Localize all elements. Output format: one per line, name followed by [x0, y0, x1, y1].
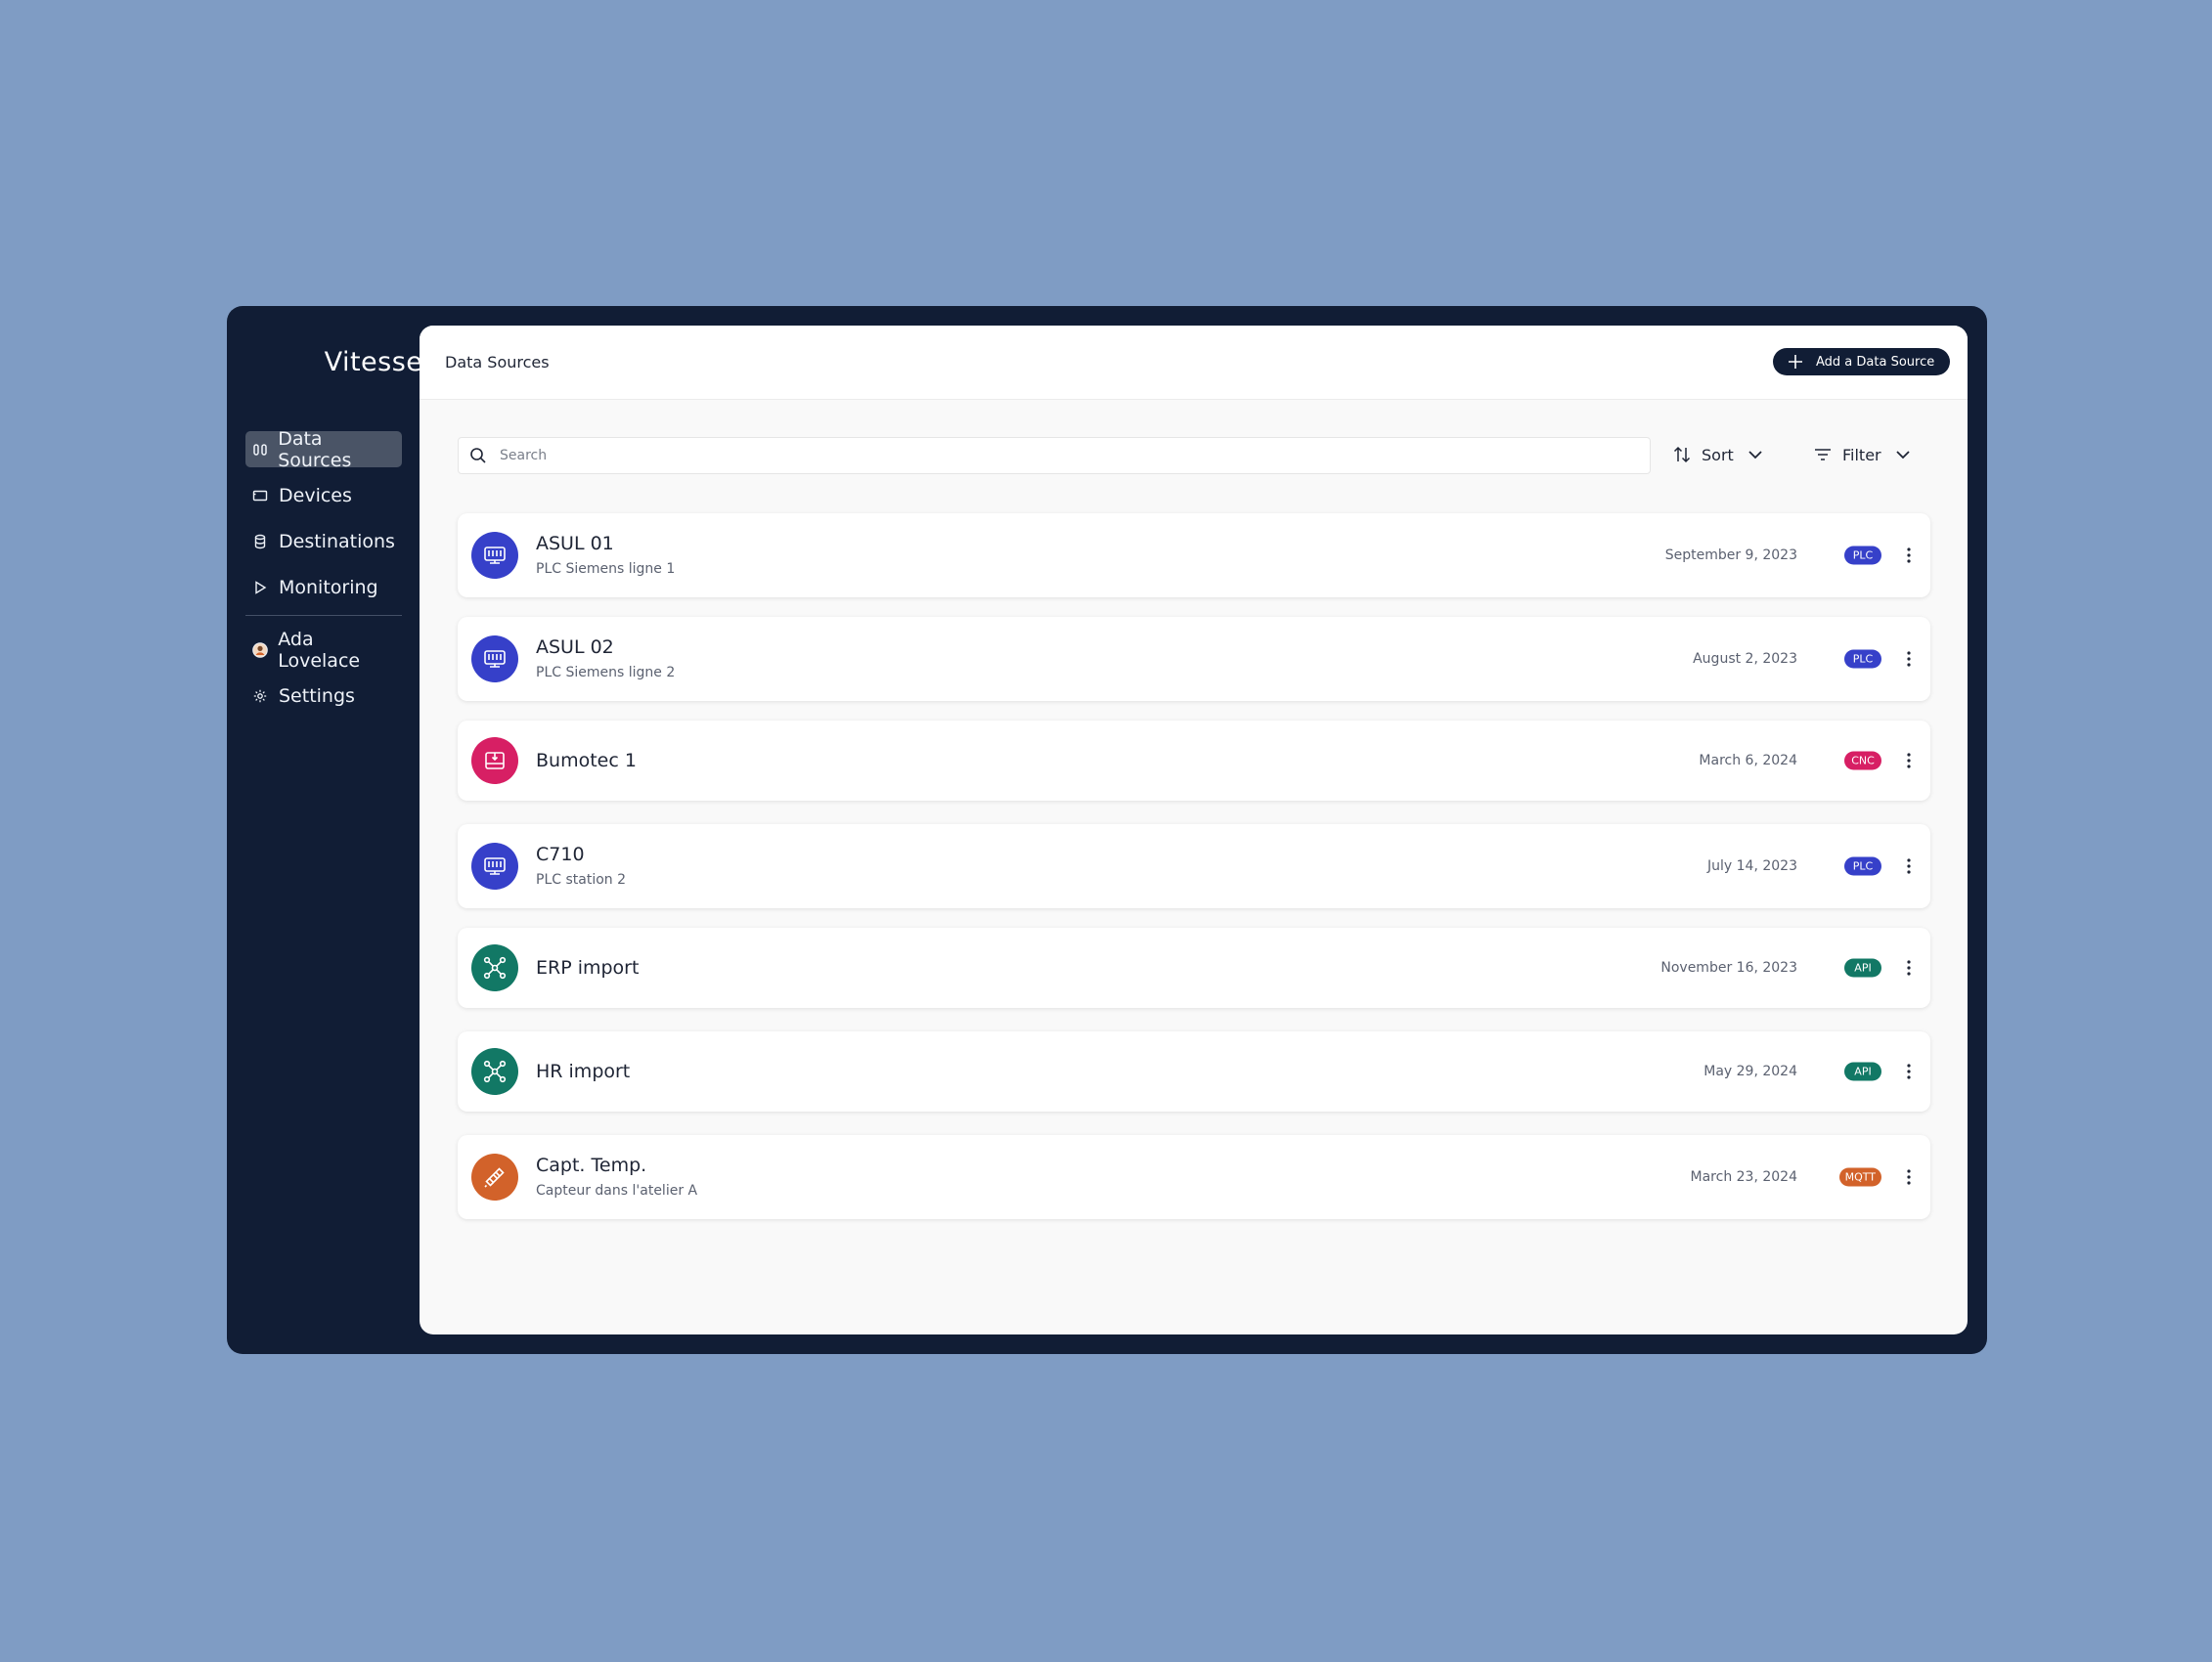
user-avatar-icon — [251, 641, 268, 659]
plc-icon — [471, 532, 518, 579]
sort-icon — [1673, 446, 1691, 463]
data-source-subtitle: PLC station 2 — [536, 872, 627, 888]
main-panel: Data Sources Add a Data Source Sort Filt… — [420, 326, 1968, 1334]
add-data-source-button[interactable]: Add a Data Source — [1773, 348, 1950, 375]
more-options-icon[interactable] — [1901, 647, 1917, 671]
sidebar-item-destinations[interactable]: Destinations — [245, 523, 402, 559]
data-source-name: ASUL 02 — [536, 636, 614, 658]
data-source-list: ASUL 01 PLC Siemens ligne 1 September 9,… — [458, 513, 1930, 1239]
network-icon — [471, 944, 518, 991]
page-title: Data Sources — [445, 353, 550, 372]
network-icon — [471, 1048, 518, 1095]
sort-button[interactable]: Sort — [1672, 445, 1765, 464]
type-badge: MQTT — [1838, 1167, 1881, 1187]
type-badge: API — [1844, 1062, 1881, 1081]
sort-label: Sort — [1702, 445, 1734, 464]
data-source-card[interactable]: Capt. Temp. Capteur dans l'atelier A Mar… — [458, 1135, 1930, 1219]
type-badge: PLC — [1844, 856, 1881, 876]
more-options-icon[interactable] — [1901, 749, 1917, 772]
filter-icon — [1815, 449, 1831, 460]
data-sources-icon — [251, 441, 268, 459]
more-options-icon[interactable] — [1901, 1060, 1917, 1083]
search-input[interactable] — [500, 448, 1575, 463]
filter-label: Filter — [1842, 445, 1881, 464]
plc-icon — [471, 843, 518, 890]
type-badge: CNC — [1844, 751, 1881, 770]
sidebar-item-label: Destinations — [279, 530, 395, 552]
data-source-subtitle: PLC Siemens ligne 1 — [536, 561, 676, 577]
data-source-card[interactable]: HR import May 29, 2024 API — [458, 1031, 1930, 1112]
add-data-source-label: Add a Data Source — [1816, 354, 1935, 370]
data-source-card[interactable]: ASUL 02 PLC Siemens ligne 2 August 2, 20… — [458, 617, 1930, 701]
sidebar-item-devices[interactable]: Devices — [245, 477, 402, 513]
search-icon — [470, 448, 486, 463]
data-source-card[interactable]: Bumotec 1 March 6, 2024 CNC — [458, 721, 1930, 801]
sidebar-item-label: Ada Lovelace — [278, 628, 361, 672]
devices-icon — [251, 487, 269, 504]
data-source-name: Capt. Temp. — [536, 1155, 647, 1176]
data-source-subtitle: Capteur dans l'atelier A — [536, 1183, 698, 1199]
sidebar-item-label: Settings — [279, 684, 355, 707]
chevron-down-icon — [1748, 451, 1762, 459]
search-box[interactable] — [458, 437, 1651, 474]
sidebar-item-label: Data Sources — [278, 427, 352, 471]
play-icon — [251, 579, 269, 596]
data-source-date: July 14, 2023 — [1707, 858, 1797, 874]
page-header: Data Sources Add a Data Source — [420, 326, 1968, 400]
data-source-name: ASUL 01 — [536, 533, 614, 554]
database-icon — [251, 533, 269, 550]
filter-button[interactable]: Filter — [1813, 445, 1913, 464]
data-source-card[interactable]: C710 PLC station 2 July 14, 2023 PLC — [458, 824, 1930, 908]
sidebar-item-monitoring[interactable]: Monitoring — [245, 569, 402, 605]
sidebar-item-user[interactable]: Ada Lovelace — [245, 629, 402, 672]
data-source-date: May 29, 2024 — [1703, 1064, 1797, 1079]
sidebar-divider — [245, 615, 402, 616]
data-source-name: HR import — [536, 1061, 631, 1082]
chevron-down-icon — [1895, 451, 1910, 459]
app-window: Vitesse Data Sources Devices Destination… — [227, 306, 1987, 1354]
data-source-date: September 9, 2023 — [1664, 547, 1797, 563]
data-source-name: Bumotec 1 — [536, 750, 637, 771]
sidebar-item-settings[interactable]: Settings — [245, 678, 402, 714]
plc-icon — [471, 635, 518, 682]
sidebar-item-label: Monitoring — [279, 576, 378, 598]
sensor-icon — [471, 1154, 518, 1201]
sidebar-item-data-sources[interactable]: Data Sources — [245, 428, 402, 471]
sidebar-nav: Data Sources Devices Destinations Monito… — [245, 428, 402, 723]
data-source-date: March 6, 2024 — [1699, 753, 1797, 768]
data-source-card[interactable]: ASUL 01 PLC Siemens ligne 1 September 9,… — [458, 513, 1930, 597]
more-options-icon[interactable] — [1901, 1165, 1917, 1189]
data-source-subtitle: PLC Siemens ligne 2 — [536, 665, 676, 680]
data-source-card[interactable]: ERP import November 16, 2023 API — [458, 928, 1930, 1008]
data-source-date: August 2, 2023 — [1693, 651, 1797, 667]
cnc-icon — [471, 737, 518, 784]
more-options-icon[interactable] — [1901, 854, 1917, 878]
more-options-icon[interactable] — [1901, 956, 1917, 980]
type-badge: API — [1844, 958, 1881, 978]
type-badge: PLC — [1844, 546, 1881, 565]
data-source-date: March 23, 2024 — [1690, 1169, 1797, 1185]
sidebar-item-label: Devices — [279, 484, 352, 506]
data-source-name: ERP import — [536, 957, 640, 979]
data-source-name: C710 — [536, 844, 585, 865]
plus-icon — [1789, 355, 1802, 369]
more-options-icon[interactable] — [1901, 544, 1917, 567]
data-source-date: November 16, 2023 — [1660, 960, 1797, 976]
type-badge: PLC — [1844, 649, 1881, 669]
gear-icon — [251, 687, 269, 705]
